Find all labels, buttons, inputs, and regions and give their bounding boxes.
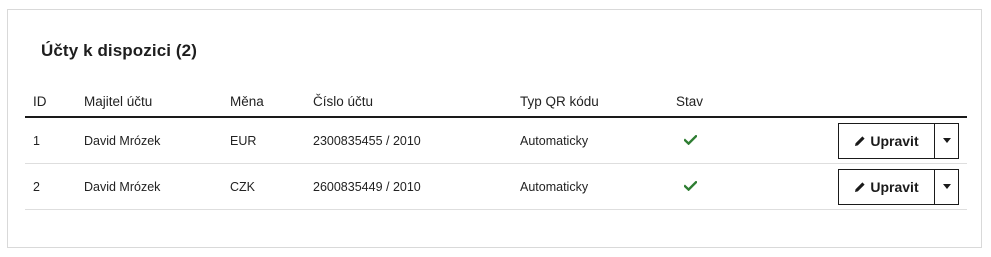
column-header-id: ID <box>25 86 76 118</box>
column-header-qr-type: Typ QR kódu <box>512 86 668 118</box>
edit-button-group: Upravit <box>838 122 959 159</box>
check-icon <box>683 179 698 193</box>
chevron-down-icon <box>942 184 951 189</box>
edit-button[interactable]: Upravit <box>839 170 934 204</box>
cell-currency: CZK <box>222 163 305 210</box>
edit-button-label: Upravit <box>870 132 919 149</box>
cell-owner: David Mrózek <box>76 117 222 164</box>
pencil-icon <box>855 181 865 192</box>
cell-actions: Upravit <box>768 117 967 164</box>
cell-currency: EUR <box>222 117 305 164</box>
table-row: 1 David Mrózek EUR 2300835455 / 2010 Aut… <box>25 117 967 164</box>
edit-button-label: Upravit <box>870 178 919 195</box>
column-header-currency: Měna <box>222 86 305 118</box>
cell-id: 2 <box>25 163 76 210</box>
edit-dropdown-toggle[interactable] <box>934 169 958 204</box>
column-header-account-number: Číslo účtu <box>305 86 512 118</box>
table-row: 2 David Mrózek CZK 2600835449 / 2010 Aut… <box>25 163 967 210</box>
edit-button-group: Upravit <box>838 168 959 205</box>
edit-button[interactable]: Upravit <box>839 124 934 158</box>
edit-dropdown-toggle[interactable] <box>934 123 958 158</box>
cell-state <box>668 163 768 210</box>
table-header-row: ID Majitel účtu Měna Číslo účtu Typ QR k… <box>25 86 967 118</box>
cell-state <box>668 117 768 164</box>
column-header-actions <box>768 86 967 118</box>
cell-actions: Upravit <box>768 163 967 210</box>
cell-qr-type: Automaticky <box>512 163 668 210</box>
accounts-table: ID Majitel účtu Měna Číslo účtu Typ QR k… <box>25 86 967 210</box>
column-header-state: Stav <box>668 86 768 118</box>
chevron-down-icon <box>942 138 951 143</box>
cell-owner: David Mrózek <box>76 163 222 210</box>
column-header-owner: Majitel účtu <box>76 86 222 118</box>
cell-id: 1 <box>25 117 76 164</box>
cell-account-number: 2600835449 / 2010 <box>305 163 512 210</box>
cell-account-number: 2300835455 / 2010 <box>305 117 512 164</box>
page-title: Účty k dispozici (2) <box>41 41 197 60</box>
pencil-icon <box>855 135 865 146</box>
check-icon <box>683 133 698 147</box>
cell-qr-type: Automaticky <box>512 117 668 164</box>
accounts-panel: Účty k dispozici (2) ID Majitel účtu Měn… <box>7 9 982 248</box>
